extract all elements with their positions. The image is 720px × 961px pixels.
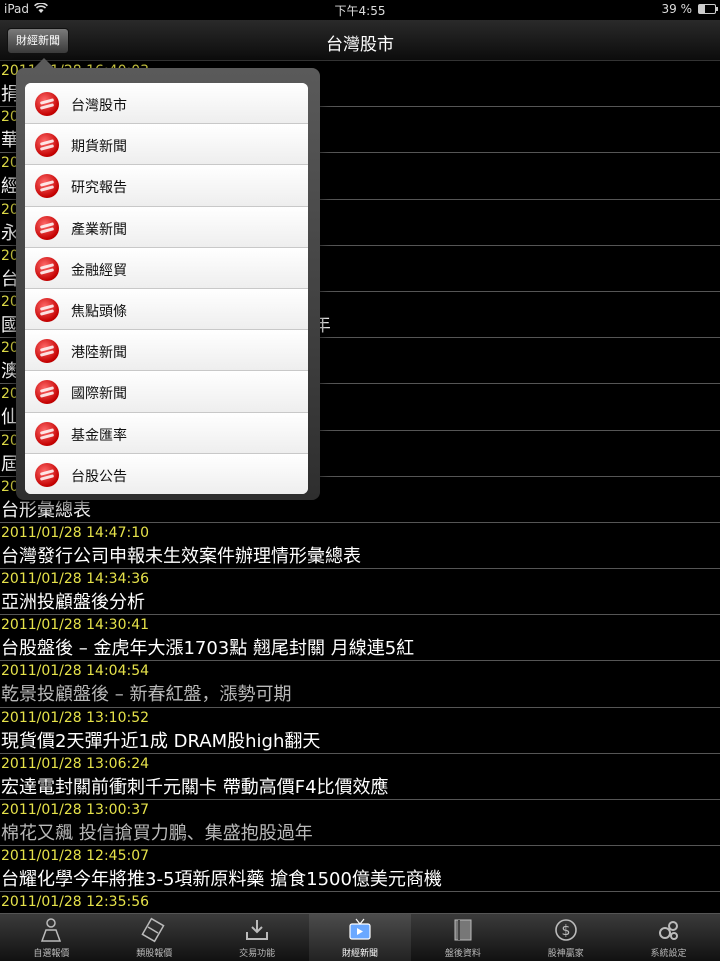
tab-label: 系統設定: [650, 949, 687, 959]
menu-item-category[interactable]: 台灣股市: [25, 83, 308, 125]
news-row[interactable]: 2011/01/28 12:45:07 台耀化學今年將推3-5項新原料藥 搶食15…: [0, 846, 720, 893]
news-row[interactable]: 2011/01/28 14:30:41 台股盤後 – 金虎年大漲1703點 翹尾封…: [0, 615, 720, 662]
menu-item-category[interactable]: 焦點頭條: [25, 288, 308, 331]
navigation-bar: 財經新聞 台灣股市: [0, 20, 720, 61]
menu-item-label: 台灣股市: [71, 98, 127, 114]
news-time: 2011/01/28 12:45:07: [1, 848, 150, 865]
tab-tv[interactable]: 財經新聞: [309, 914, 411, 961]
tab-label: 交易功能: [239, 949, 276, 959]
news-time: 2011/01/28 14:04:54: [1, 663, 150, 680]
news-time: 2011/01/28 14:30:41: [1, 617, 150, 634]
news-row[interactable]: 2011/01/28 13:06:24 宏達電封關前衝刺千元關卡 帶動高價F4比價…: [0, 754, 720, 800]
news-title: 現貨價2天彈升近1成 DRAM股high翻天: [1, 730, 321, 752]
news-title: 台灣發行公司申報未生效案件辦理情形彙總表: [1, 545, 361, 567]
red-news-icon: [35, 462, 59, 487]
menu-item-label: 國際新聞: [71, 386, 127, 403]
news-time: 2011/01/28 14:47:10: [1, 524, 150, 541]
category-menu: 台灣股市期貨新聞研究報告產業新聞金融經貿焦點頭條港陸新聞國際新聞基金匯率台股公告: [25, 83, 308, 494]
popover-arrow: [33, 58, 55, 69]
svg-text:$: $: [561, 923, 570, 939]
menu-item-label: 研究報告: [71, 180, 127, 197]
red-news-icon: [35, 380, 59, 405]
tags-icon: [141, 917, 167, 943]
red-news-icon: [35, 92, 59, 116]
tab-bar: 自選報價 類股報價 交易功能 財經新聞 盤後資料 $ 股神贏家 系統設定: [0, 913, 720, 961]
tv-icon: [347, 917, 373, 943]
menu-item-category[interactable]: 國際新聞: [25, 371, 308, 413]
news-time: 2011/01/28 12:35:56: [1, 894, 150, 911]
menu-item-label: 台股公告: [71, 468, 127, 485]
gears-icon: [656, 917, 682, 943]
menu-item-label: 港陸新聞: [71, 345, 127, 362]
news-time: 2011/01/28 13:10:52: [1, 709, 150, 726]
menu-item-category[interactable]: 金融經貿: [25, 247, 308, 289]
tab-download-tray[interactable]: 交易功能: [206, 914, 308, 961]
person-chart-icon: [38, 917, 64, 943]
clock: 下午4:55: [334, 4, 386, 18]
status-bar: iPad 下午4:55 39 %: [0, 0, 720, 20]
menu-item-category[interactable]: 研究報告: [25, 165, 308, 207]
page-title: 台灣股市: [326, 35, 394, 55]
tab-label: 自選報價: [33, 949, 70, 959]
menu-item-category[interactable]: 產業新聞: [25, 206, 308, 248]
news-row[interactable]: 2011/01/28 13:00:37 棉花又飆 投信搶買力鵬、集盛抱股過年: [0, 800, 720, 847]
news-row[interactable]: 2011/01/28 13:10:52 現貨價2天彈升近1成 DRAM股high翻…: [0, 708, 720, 754]
menu-item-category[interactable]: 基金匯率: [25, 412, 308, 454]
news-time: 2011/01/28 13:00:37: [1, 802, 150, 818]
battery-percent: 39 %: [661, 2, 693, 16]
red-news-icon: [35, 215, 59, 240]
red-news-icon: [35, 421, 59, 446]
news-title: 棉花又飆 投信搶買力鵬、集盛抱股過年: [1, 823, 313, 844]
red-news-icon: [35, 339, 59, 364]
news-title: 台耀化學今年將推3-5項新原料藥 搶食1500億美元商機: [1, 869, 442, 891]
menu-item-label: 基金匯率: [71, 427, 127, 444]
news-title: 乾景投顧盤後 – 新春紅盤，漲勢可期: [1, 684, 292, 706]
news-title: 宏達電封關前衝刺千元關卡 帶動高價F4比價效應: [1, 776, 389, 798]
red-news-icon: [35, 256, 59, 281]
news-time: 2011/01/28 14:34:36: [1, 571, 150, 588]
menu-item-label: 產業新聞: [71, 221, 127, 238]
news-time: 2011/01/28 13:06:24: [1, 755, 150, 772]
dollar-icon: $: [553, 917, 579, 943]
menu-item-label: 金融經貿: [71, 262, 127, 279]
news-title: 台股盤後 – 金虎年大漲1703點 翹尾封關 月線連5紅: [1, 638, 415, 660]
menu-item-label: 焦點頭條: [71, 303, 127, 320]
tab-label: 類股報價: [136, 949, 173, 959]
red-news-icon: [35, 133, 59, 158]
tab-tags[interactable]: 類股報價: [103, 914, 205, 961]
tab-label: 盤後資料: [444, 949, 481, 959]
menu-item-category[interactable]: 港陸新聞: [25, 330, 308, 372]
tab-label: 財經新聞: [341, 949, 378, 959]
tab-book[interactable]: 盤後資料: [412, 914, 514, 961]
news-row[interactable]: 2011/01/28 14:34:36 亞洲投顧盤後分析: [0, 569, 720, 616]
tab-person-chart[interactable]: 自選報價: [0, 914, 102, 961]
tab-label: 股神贏家: [547, 949, 584, 959]
menu-item-category[interactable]: 期貨新聞: [25, 124, 308, 166]
red-news-icon: [35, 174, 59, 199]
tab-gears[interactable]: 系統設定: [618, 914, 720, 961]
tab-dollar[interactable]: $ 股神贏家: [515, 914, 617, 961]
menu-item-label: 期貨新聞: [71, 139, 127, 156]
menu-item-category[interactable]: 台股公告: [25, 453, 308, 494]
red-news-icon: [35, 297, 59, 322]
download-tray-icon: [244, 917, 270, 943]
news-title: 亞洲投顧盤後分析: [1, 592, 145, 614]
battery-icon: [698, 4, 718, 14]
news-row[interactable]: 2011/01/28 14:04:54 乾景投顧盤後 – 新春紅盤，漲勢可期: [0, 661, 720, 708]
news-row[interactable]: 2011/01/28 14:47:10 台灣發行公司申報未生效案件辦理情形彙總表: [0, 523, 720, 570]
category-popover: 台灣股市期貨新聞研究報告產業新聞金融經貿焦點頭條港陸新聞國際新聞基金匯率台股公告: [16, 58, 320, 500]
book-icon: [450, 917, 476, 943]
